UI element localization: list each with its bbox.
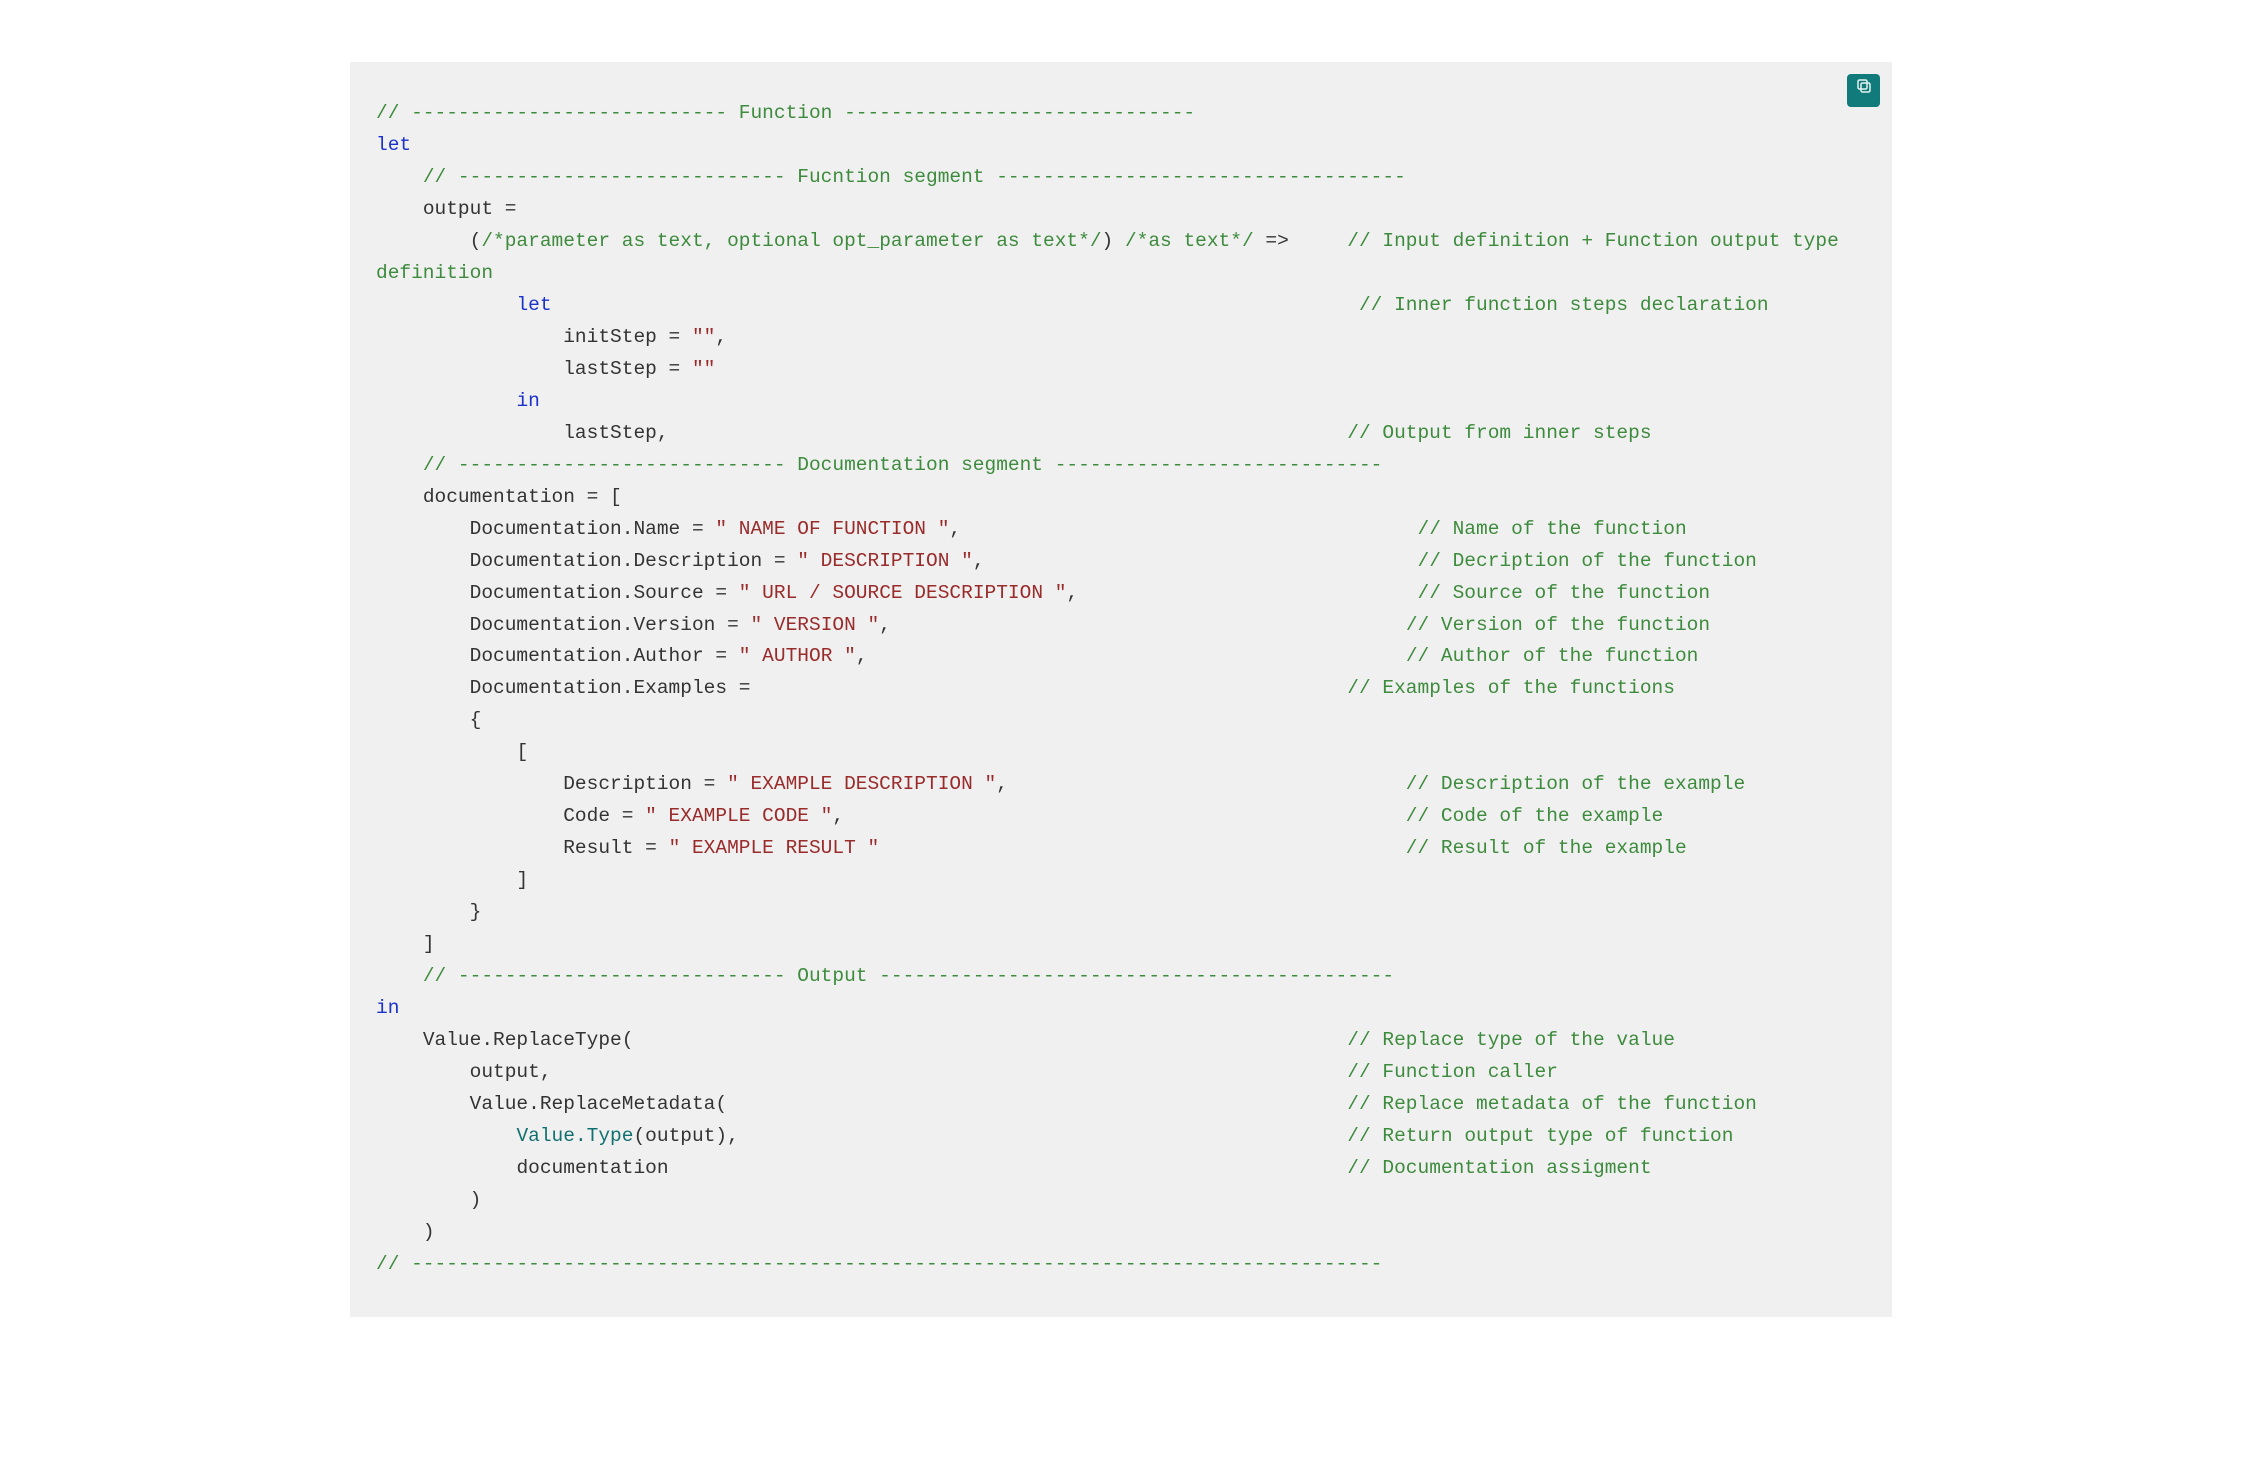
code-string: "" <box>692 358 715 380</box>
code-string: "" <box>692 326 715 348</box>
code-string: " NAME OF FUNCTION " <box>715 518 949 540</box>
code-comment: // Code of the example <box>1406 805 1663 827</box>
code-text <box>376 294 516 316</box>
code-text: Documentation.Examples = <box>376 677 1347 699</box>
code-text: Result = <box>376 837 669 859</box>
code-text: , <box>973 550 1418 572</box>
code-keyword: in <box>516 390 539 412</box>
code-text: , <box>879 614 1406 636</box>
code-text: ( <box>376 230 481 252</box>
code-function: Value.Type <box>516 1125 633 1147</box>
code-text <box>376 1125 516 1147</box>
code-text: Documentation.Name = <box>376 518 715 540</box>
code-keyword: in <box>376 997 399 1019</box>
code-comment: // Source of the function <box>1418 582 1711 604</box>
code-comment: // --------------------------- Function … <box>376 102 1195 124</box>
code-text: ] <box>376 933 435 955</box>
code-string: " EXAMPLE DESCRIPTION " <box>727 773 996 795</box>
code-comment: // Author of the function <box>1406 645 1699 667</box>
code-text: lastStep, <box>376 422 1347 444</box>
code-text: , <box>832 805 1405 827</box>
code-keyword: let <box>516 294 551 316</box>
code-text: Code = <box>376 805 645 827</box>
code-content: // --------------------------- Function … <box>376 98 1866 1281</box>
code-comment: // ---------------------------- Output -… <box>376 965 1394 987</box>
code-string: " EXAMPLE RESULT " <box>669 837 880 859</box>
code-text: (output), <box>633 1125 1347 1147</box>
code-text: => <box>1254 230 1348 252</box>
code-comment: // Description of the example <box>1406 773 1745 795</box>
page: // --------------------------- Function … <box>0 0 2242 1464</box>
code-text: Documentation.Description = <box>376 550 797 572</box>
code-comment: // Inner function steps declaration <box>552 294 1769 316</box>
code-text: Value.ReplaceType( <box>376 1029 1347 1051</box>
code-comment: /*as text*/ <box>1125 230 1254 252</box>
code-comment: // -------------------------------------… <box>376 1253 1382 1275</box>
code-text: ) <box>376 1221 435 1243</box>
code-comment: // Replace type of the value <box>1347 1029 1675 1051</box>
code-text <box>879 837 1406 859</box>
code-text: , <box>715 326 727 348</box>
code-comment: // Result of the example <box>1406 837 1687 859</box>
code-text: , <box>996 773 1406 795</box>
code-text: initStep = <box>376 326 692 348</box>
code-string: " AUTHOR " <box>739 645 856 667</box>
code-string: " VERSION " <box>750 614 879 636</box>
code-text: } <box>376 901 481 923</box>
code-text: , <box>1066 582 1417 604</box>
code-text: documentation = [ <box>376 486 622 508</box>
code-text: ] <box>376 869 528 891</box>
code-comment: // Output from inner steps <box>1347 422 1651 444</box>
code-text: [ <box>376 741 528 763</box>
code-text: { <box>376 709 481 731</box>
code-comment: /*parameter as text, optional opt_parame… <box>481 230 1101 252</box>
copy-button[interactable] <box>1847 74 1880 107</box>
code-comment: // Function caller <box>1347 1061 1558 1083</box>
code-comment: // Return output type of function <box>1347 1125 1733 1147</box>
code-text <box>376 390 516 412</box>
code-text: Value.ReplaceMetadata( <box>376 1093 1347 1115</box>
code-text: , <box>949 518 1417 540</box>
code-comment: // Name of the function <box>1418 518 1687 540</box>
code-text: ) <box>1102 230 1125 252</box>
code-text: Documentation.Author = <box>376 645 739 667</box>
code-comment: // Examples of the functions <box>1347 677 1675 699</box>
code-text: Documentation.Version = <box>376 614 750 636</box>
code-text: Description = <box>376 773 727 795</box>
code-comment: // Version of the function <box>1406 614 1710 636</box>
code-text: output, <box>376 1061 1347 1083</box>
code-text: , <box>856 645 1406 667</box>
code-string: " EXAMPLE CODE " <box>645 805 832 827</box>
code-comment: // Decription of the function <box>1418 550 1757 572</box>
code-comment: // Replace metadata of the function <box>1347 1093 1757 1115</box>
code-keyword: let <box>376 134 411 156</box>
code-string: " DESCRIPTION " <box>797 550 973 572</box>
code-comment: // ---------------------------- Document… <box>376 454 1382 476</box>
copy-icon <box>1855 75 1873 107</box>
code-comment: // ---------------------------- Fucntion… <box>376 166 1406 188</box>
code-text: documentation <box>376 1157 1347 1179</box>
code-string: " URL / SOURCE DESCRIPTION " <box>739 582 1067 604</box>
code-text: ) <box>376 1189 481 1211</box>
code-text: Documentation.Source = <box>376 582 739 604</box>
code-comment: // Documentation assigment <box>1347 1157 1651 1179</box>
code-text: lastStep = <box>376 358 692 380</box>
code-text: output = <box>376 198 516 220</box>
code-block: // --------------------------- Function … <box>350 62 1892 1317</box>
